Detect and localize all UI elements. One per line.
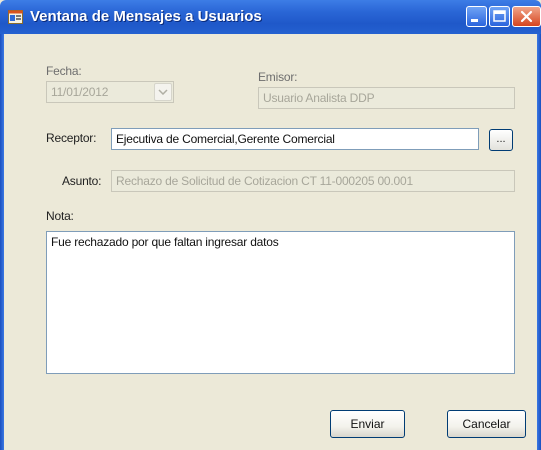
minimize-icon bbox=[471, 19, 478, 22]
cancelar-button[interactable]: Cancelar bbox=[447, 410, 526, 438]
emisor-value: Usuario Analista DDP bbox=[263, 91, 375, 105]
minimize-button[interactable] bbox=[466, 6, 487, 27]
app-window-icon bbox=[8, 10, 23, 24]
maximize-icon bbox=[493, 10, 506, 22]
enviar-button[interactable]: Enviar bbox=[330, 410, 405, 438]
receptor-value: Ejecutiva de Comercial,Gerente Comercial bbox=[116, 132, 335, 146]
close-icon bbox=[520, 10, 533, 23]
nota-textarea[interactable]: Fue rechazado por que faltan ingresar da… bbox=[46, 231, 515, 374]
chevron-down-icon bbox=[158, 89, 168, 95]
emisor-label: Emisor: bbox=[258, 70, 298, 84]
window-frame-left bbox=[0, 34, 4, 450]
receptor-label: Receptor: bbox=[46, 131, 97, 145]
asunto-value: Rechazo de Solicitud de Cotizacion CT 11… bbox=[116, 174, 413, 188]
receptor-field[interactable]: Ejecutiva de Comercial,Gerente Comercial bbox=[111, 128, 479, 150]
fecha-value: 11/01/2012 bbox=[51, 85, 109, 99]
message-window: Ventana de Mensajes a Usuarios Fecha: 11… bbox=[0, 0, 541, 450]
window-frame-right bbox=[537, 34, 541, 450]
maximize-button[interactable] bbox=[489, 6, 510, 27]
fecha-label: Fecha: bbox=[46, 64, 82, 78]
close-button[interactable] bbox=[512, 6, 541, 27]
window-title: Ventana de Mensajes a Usuarios bbox=[30, 8, 262, 25]
title-bar[interactable]: Ventana de Mensajes a Usuarios bbox=[0, 0, 541, 34]
emisor-field: Usuario Analista DDP bbox=[258, 87, 515, 109]
browse-receptor-button[interactable]: ... bbox=[489, 129, 513, 151]
nota-label: Nota: bbox=[46, 209, 74, 223]
fecha-date-picker: 11/01/2012 bbox=[46, 81, 174, 103]
asunto-label: Asunto: bbox=[62, 174, 102, 188]
asunto-field: Rechazo de Solicitud de Cotizacion CT 11… bbox=[111, 170, 515, 192]
date-dropdown-button bbox=[154, 83, 172, 101]
